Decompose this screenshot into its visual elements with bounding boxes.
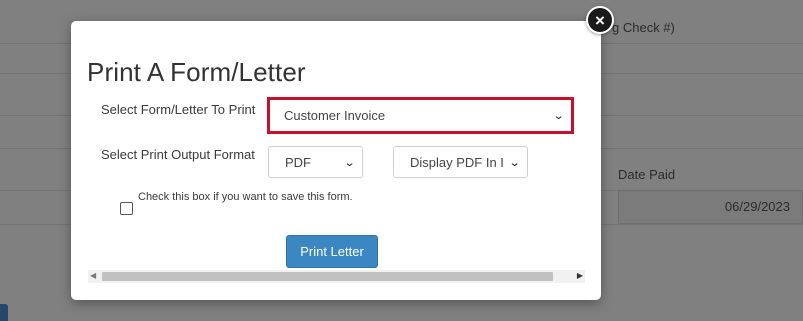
scroll-right-arrow-icon[interactable]: ▶ [577,271,583,280]
bg-check-number-label: g Check #) [612,20,675,35]
print-form-modal: Print A Form/Letter Select Form/Letter T… [71,21,601,300]
output-format-label: Select Print Output Format [101,147,255,162]
save-form-checkbox-label: Check this box if you want to save this … [138,191,353,203]
chevron-down-icon: ⌄ [552,110,565,122]
bg-date-paid-label: Date Paid [618,167,676,182]
save-form-checkbox[interactable] [120,202,133,215]
form-letter-selected-value: Customer Invoice [284,108,386,123]
scroll-left-arrow-icon[interactable]: ◀ [90,271,96,280]
print-letter-button[interactable]: Print Letter [286,235,378,268]
chevron-down-icon: ⌄ [508,156,521,169]
output-format-select[interactable]: PDF ⌄ [268,146,363,178]
bg-date-paid-field: 06/29/2023 [618,190,803,224]
chevron-down-icon: ⌄ [343,156,356,169]
display-mode-select[interactable]: Display PDF In I ⌄ [393,146,528,178]
modal-title: Print A Form/Letter [87,57,306,87]
close-icon[interactable]: × [586,6,614,34]
bg-button-edge [0,304,8,321]
horizontal-scrollbar[interactable]: ◀ ▶ [88,270,585,283]
scrollbar-thumb[interactable] [102,272,553,281]
form-letter-label: Select Form/Letter To Print [101,102,256,117]
form-letter-select[interactable]: Customer Invoice ⌄ [267,97,574,134]
display-mode-selected-value: Display PDF In I [410,154,504,170]
output-format-selected-value: PDF [285,154,311,170]
